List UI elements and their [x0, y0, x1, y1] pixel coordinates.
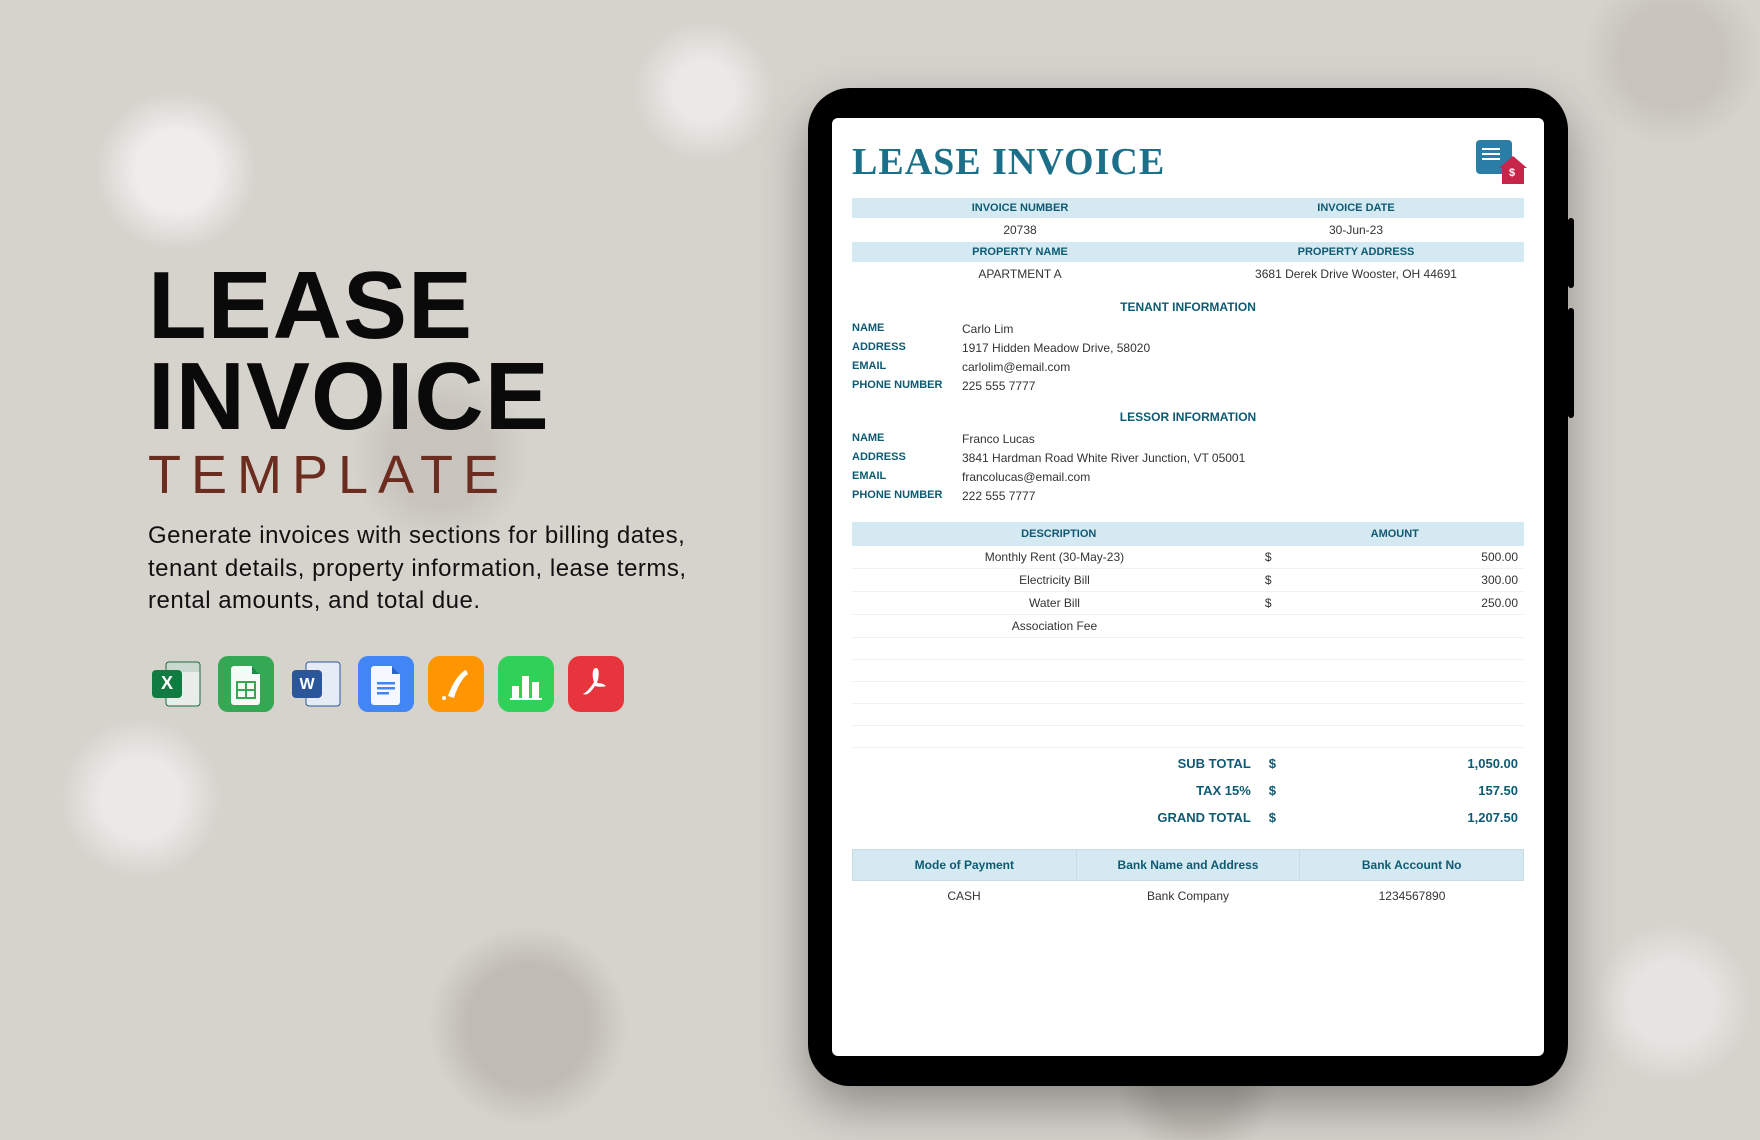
tablet-device: LEASE INVOICE INVOICE NUMBER 20738 INVOI… — [808, 88, 1568, 1086]
tenant-name-label: NAME — [852, 322, 962, 336]
svg-text:W: W — [299, 676, 315, 693]
description-header: DESCRIPTION — [852, 522, 1266, 546]
bank-name-label: Bank Name and Address — [1077, 850, 1301, 880]
tenant-section-title: TENANT INFORMATION — [852, 300, 1524, 314]
pdf-icon — [568, 656, 624, 712]
currency-symbol: $ — [1269, 783, 1276, 798]
currency-symbol: $ — [1265, 550, 1272, 564]
table-row — [852, 660, 1524, 682]
tenant-address: 1917 Hidden Meadow Drive, 58020 — [962, 341, 1524, 355]
invoice-number-label: INVOICE NUMBER — [852, 198, 1188, 218]
invoice-number: 20738 — [852, 218, 1188, 242]
item-amount: 250.00 — [1272, 596, 1518, 610]
tenant-name: Carlo Lim — [962, 322, 1524, 336]
svg-text:X: X — [161, 673, 173, 693]
invoice-doc-icon — [1472, 140, 1524, 184]
property-name: APARTMENT A — [852, 262, 1188, 286]
bank-account-label: Bank Account No — [1300, 850, 1523, 880]
table-row: Association Fee — [852, 615, 1524, 638]
grand-total-value: 1,207.50 — [1276, 810, 1518, 825]
lessor-phone-label: PHONE NUMBER — [852, 489, 962, 503]
bank-name: Bank Company — [1076, 881, 1300, 911]
document-preview: LEASE INVOICE INVOICE NUMBER 20738 INVOI… — [832, 118, 1544, 1056]
document-title: LEASE INVOICE — [852, 140, 1165, 184]
item-desc: Association Fee — [852, 615, 1257, 637]
lessor-email-label: EMAIL — [852, 470, 962, 484]
currency-symbol: $ — [1265, 573, 1272, 587]
tax-value: 157.50 — [1276, 783, 1518, 798]
lessor-phone: 222 555 7777 — [962, 489, 1524, 503]
tenant-address-label: ADDRESS — [852, 341, 962, 355]
item-desc: Electricity Bill — [852, 569, 1257, 591]
hero-description: Generate invoices with sections for bill… — [148, 520, 708, 617]
property-address-label: PROPERTY ADDRESS — [1188, 242, 1524, 262]
apple-pages-icon — [428, 656, 484, 712]
table-row: Electricity Bill $300.00 — [852, 569, 1524, 592]
item-desc: Water Bill — [852, 592, 1257, 614]
table-row — [852, 682, 1524, 704]
bank-account: 1234567890 — [1300, 881, 1524, 911]
property-name-label: PROPERTY NAME — [852, 242, 1188, 262]
grand-total-label: GRAND TOTAL — [852, 810, 1261, 825]
table-row: Monthly Rent (30-May-23) $500.00 — [852, 546, 1524, 569]
tenant-email: carlolim@email.com — [962, 360, 1524, 374]
excel-icon: X — [148, 656, 204, 712]
amount-header: AMOUNT — [1266, 522, 1524, 546]
invoice-date: 30-Jun-23 — [1188, 218, 1524, 242]
google-sheets-icon — [218, 656, 274, 712]
hero-panel: LEASE INVOICE TEMPLATE Generate invoices… — [148, 260, 748, 712]
hero-title-line1: LEASE — [148, 260, 748, 351]
lessor-address-label: ADDRESS — [852, 451, 962, 465]
currency-symbol: $ — [1269, 756, 1276, 771]
currency-symbol: $ — [1265, 596, 1272, 610]
google-docs-icon — [358, 656, 414, 712]
item-amount: 300.00 — [1272, 573, 1518, 587]
payment-header: Mode of Payment Bank Name and Address Ba… — [852, 849, 1524, 881]
item-amount: 500.00 — [1272, 550, 1518, 564]
table-row — [852, 638, 1524, 660]
word-icon: W — [288, 656, 344, 712]
mode-of-payment: CASH — [852, 881, 1076, 911]
invoice-date-label: INVOICE DATE — [1188, 198, 1524, 218]
subtotal-value: 1,050.00 — [1276, 756, 1518, 771]
line-items-header: DESCRIPTION AMOUNT — [852, 522, 1524, 546]
lessor-name: Franco Lucas — [962, 432, 1524, 446]
table-row: Water Bill $250.00 — [852, 592, 1524, 615]
totals-block: SUB TOTAL $1,050.00 TAX 15% $157.50 GRAND … — [852, 750, 1524, 831]
table-row — [852, 704, 1524, 726]
tax-label: TAX 15% — [852, 783, 1261, 798]
lessor-email: francolucas@email.com — [962, 470, 1524, 484]
currency-symbol: $ — [1269, 810, 1276, 825]
subtotal-label: SUB TOTAL — [852, 756, 1261, 771]
mode-of-payment-label: Mode of Payment — [853, 850, 1077, 880]
lessor-section-title: LESSOR INFORMATION — [852, 410, 1524, 424]
apple-numbers-icon — [498, 656, 554, 712]
property-address: 3681 Derek Drive Wooster, OH 44691 — [1188, 262, 1524, 286]
item-desc: Monthly Rent (30-May-23) — [852, 546, 1257, 568]
format-icon-row: X W — [148, 656, 748, 712]
lessor-address: 3841 Hardman Road White River Junction, … — [962, 451, 1524, 465]
payment-row: CASH Bank Company 1234567890 — [852, 881, 1524, 911]
table-row — [852, 726, 1524, 748]
tenant-phone: 225 555 7777 — [962, 379, 1524, 393]
hero-title-line2: INVOICE — [148, 351, 748, 442]
tenant-phone-label: PHONE NUMBER — [852, 379, 962, 393]
tenant-email-label: EMAIL — [852, 360, 962, 374]
lessor-name-label: NAME — [852, 432, 962, 446]
hero-subtitle: TEMPLATE — [148, 444, 748, 506]
